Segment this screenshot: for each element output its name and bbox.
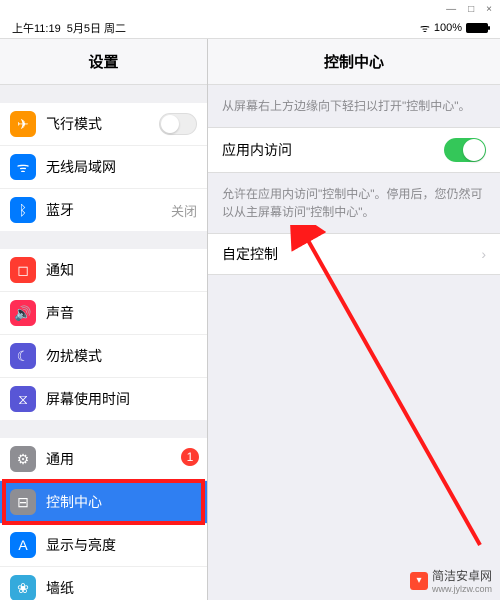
sidebar-group-2: ◻ 通知 🔊 声音 ☾ 勿扰模式 ⧖ 屏幕使用时间 <box>0 249 207 420</box>
general-badge: 1 <box>181 448 199 466</box>
airplane-icon: ✈ <box>10 111 36 137</box>
wallpaper-icon: ❀ <box>10 575 36 600</box>
label: 飞行模式 <box>46 114 102 134</box>
sidebar-item-dnd[interactable]: ☾ 勿扰模式 <box>0 335 207 378</box>
sidebar-group-3: ⚙ 通用 1 ⊟ 控制中心 A 显示与亮度 ❀ 墙纸 ◉ Siri 与搜索 <box>0 438 207 600</box>
customize-controls-row[interactable]: 自定控制 › <box>208 233 500 275</box>
label: 控制中心 <box>46 492 102 512</box>
gear-icon: ⚙ <box>10 446 36 472</box>
wifi-icon: ᯤ <box>420 21 430 36</box>
battery-icon <box>466 23 488 33</box>
android-icon: ▾ <box>410 572 428 590</box>
inapp-access-row[interactable]: 应用内访问 <box>208 127 500 173</box>
minimize-button[interactable]: — <box>446 4 456 15</box>
brand-name: 简洁安卓网 <box>432 567 492 584</box>
label: 自定控制 <box>222 244 278 264</box>
airplane-switch[interactable] <box>159 113 197 135</box>
bluetooth-icon: ᛒ <box>10 197 36 223</box>
label: 无线局域网 <box>46 157 116 177</box>
label: 勿扰模式 <box>46 346 102 366</box>
toggles-icon: ⊟ <box>10 489 36 515</box>
label: 通用 <box>46 449 74 469</box>
settings-sidebar: 设置 ✈ 飞行模式 ᯤ 无线局域网 ᛒ 蓝牙 关闭 ◻ 通知 <box>0 39 208 600</box>
label: 屏幕使用时间 <box>46 389 130 409</box>
battery-label: 100% <box>434 22 462 34</box>
sidebar-item-screentime[interactable]: ⧖ 屏幕使用时间 <box>0 378 207 420</box>
sidebar-item-sound[interactable]: 🔊 声音 <box>0 292 207 335</box>
sidebar-group-1: ✈ 飞行模式 ᯤ 无线局域网 ᛒ 蓝牙 关闭 <box>0 103 207 231</box>
watermark: ▾ 简洁安卓网 www.jylzw.com <box>410 567 492 594</box>
intro-note: 从屏幕右上方边缘向下轻扫以打开"控制中心"。 <box>208 85 500 127</box>
label: 墙纸 <box>46 578 74 598</box>
sidebar-item-wifi[interactable]: ᯤ 无线局域网 <box>0 146 207 189</box>
wifi-icon: ᯤ <box>10 154 36 180</box>
brand-url: www.jylzw.com <box>432 584 492 594</box>
maximize-button[interactable]: □ <box>468 4 474 15</box>
sidebar-item-display[interactable]: A 显示与亮度 <box>0 524 207 567</box>
inapp-note: 允许在应用内访问"控制中心"。停用后，您仍然可以从主屏幕访问"控制中心"。 <box>208 173 500 233</box>
sidebar-title: 设置 <box>0 39 207 85</box>
label: 声音 <box>46 303 74 323</box>
close-button[interactable]: × <box>486 4 492 15</box>
label: 通知 <box>46 260 74 280</box>
chevron-right-icon: › <box>481 246 486 262</box>
detail-title: 控制中心 <box>208 39 500 85</box>
sidebar-item-airplane[interactable]: ✈ 飞行模式 <box>0 103 207 146</box>
bluetooth-status: 关闭 <box>171 201 197 220</box>
window-bar: — □ × <box>0 0 500 18</box>
status-date: 5月5日 周二 <box>67 20 126 36</box>
sidebar-item-control-center[interactable]: ⊟ 控制中心 <box>0 481 207 524</box>
sidebar-item-general[interactable]: ⚙ 通用 1 <box>0 438 207 481</box>
label: 显示与亮度 <box>46 535 116 555</box>
detail-panel: 控制中心 从屏幕右上方边缘向下轻扫以打开"控制中心"。 应用内访问 允许在应用内… <box>208 39 500 600</box>
bell-icon: ◻ <box>10 257 36 283</box>
brightness-icon: A <box>10 532 36 558</box>
label: 应用内访问 <box>222 140 292 160</box>
label: 蓝牙 <box>46 200 74 220</box>
moon-icon: ☾ <box>10 343 36 369</box>
status-time: 上午11:19 <box>12 20 61 36</box>
hourglass-icon: ⧖ <box>10 386 36 412</box>
sound-icon: 🔊 <box>10 300 36 326</box>
sidebar-item-wallpaper[interactable]: ❀ 墙纸 <box>0 567 207 600</box>
sidebar-item-notifications[interactable]: ◻ 通知 <box>0 249 207 292</box>
inapp-switch[interactable] <box>444 138 486 162</box>
sidebar-item-bluetooth[interactable]: ᛒ 蓝牙 关闭 <box>0 189 207 231</box>
status-bar: 上午11:19 5月5日 周二 ᯤ 100% <box>0 18 500 38</box>
